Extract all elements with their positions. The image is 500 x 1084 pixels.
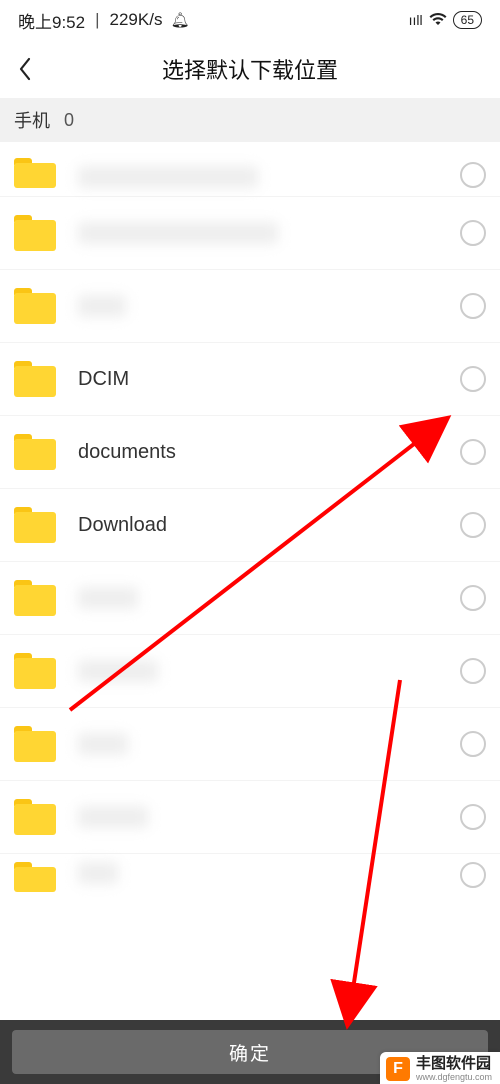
- folder-row[interactable]: ████: [0, 781, 500, 854]
- folder-row[interactable]: Download: [0, 489, 500, 562]
- folder-row[interactable]: ████: [0, 270, 500, 343]
- page-title: 选择默认下载位置: [0, 53, 500, 85]
- folder-icon: [14, 799, 56, 835]
- folder-icon: [14, 653, 56, 689]
- select-radio[interactable]: [460, 731, 486, 757]
- folder-label: ████: [78, 806, 460, 828]
- folder-icon: [14, 434, 56, 470]
- folder-icon: [14, 726, 56, 762]
- watermark-logo-icon: [386, 1057, 410, 1081]
- select-radio[interactable]: [460, 804, 486, 830]
- status-bar: 晚上9:52 | 229K/s 🔔︎ ııll 65: [0, 0, 500, 40]
- folder-label: documents: [78, 441, 460, 464]
- select-radio[interactable]: [460, 512, 486, 538]
- battery-icon: 65: [453, 11, 482, 29]
- watermark-url: www.dgfengtu.com: [416, 1073, 492, 1082]
- status-net-speed: 229K/s: [110, 10, 163, 30]
- breadcrumb-root: 手机: [14, 107, 50, 133]
- folder-label: ████: [78, 660, 460, 682]
- folder-row[interactable]: ████: [0, 197, 500, 270]
- folder-row[interactable]: ████: [0, 854, 500, 914]
- select-radio[interactable]: [460, 439, 486, 465]
- folder-icon: [14, 361, 56, 397]
- select-radio[interactable]: [460, 366, 486, 392]
- folder-label: ████: [78, 222, 460, 244]
- select-radio[interactable]: [460, 585, 486, 611]
- signal-icon: ııll: [409, 12, 423, 28]
- folder-row[interactable]: ████: [0, 708, 500, 781]
- status-time: 晚上9:52: [18, 8, 85, 33]
- folder-icon: [14, 507, 56, 543]
- folder-label: ████: [78, 862, 460, 884]
- folder-label: Download: [78, 514, 460, 537]
- select-radio[interactable]: [460, 293, 486, 319]
- folder-icon: [14, 580, 56, 616]
- status-sep: |: [95, 10, 99, 30]
- folder-row[interactable]: ████: [0, 635, 500, 708]
- select-radio[interactable]: [460, 162, 486, 188]
- breadcrumb-count: 0: [64, 110, 74, 131]
- wifi-icon: [429, 12, 447, 29]
- folder-icon: [14, 288, 56, 324]
- folder-label: ████: [78, 733, 460, 755]
- folder-icon: [14, 862, 56, 892]
- folder-row[interactable]: ████: [0, 562, 500, 635]
- folder-label: ████: [78, 166, 460, 188]
- back-button[interactable]: [0, 40, 50, 98]
- watermark: 丰图软件园 www.dgfengtu.com: [380, 1052, 500, 1084]
- status-left: 晚上9:52 | 229K/s 🔔︎: [18, 8, 190, 33]
- folder-label: ████: [78, 295, 460, 317]
- breadcrumb[interactable]: 手机 0: [0, 98, 500, 142]
- folder-icon: [14, 158, 56, 188]
- select-radio[interactable]: [460, 862, 486, 888]
- folder-icon: [14, 215, 56, 251]
- folder-row[interactable]: DCIM: [0, 343, 500, 416]
- header: 选择默认下载位置: [0, 40, 500, 98]
- select-radio[interactable]: [460, 658, 486, 684]
- watermark-name: 丰图软件园: [416, 1056, 492, 1071]
- select-radio[interactable]: [460, 220, 486, 246]
- folder-row[interactable]: ████: [0, 142, 500, 197]
- folder-label: DCIM: [78, 368, 460, 391]
- folder-row[interactable]: documents: [0, 416, 500, 489]
- folder-list: ████ ████ ████ DCIM documents Download ████ ███…: [0, 142, 500, 914]
- folder-label: ████: [78, 587, 460, 609]
- bell-icon: 🔔︎: [166, 11, 189, 29]
- status-right: ııll 65: [409, 11, 482, 29]
